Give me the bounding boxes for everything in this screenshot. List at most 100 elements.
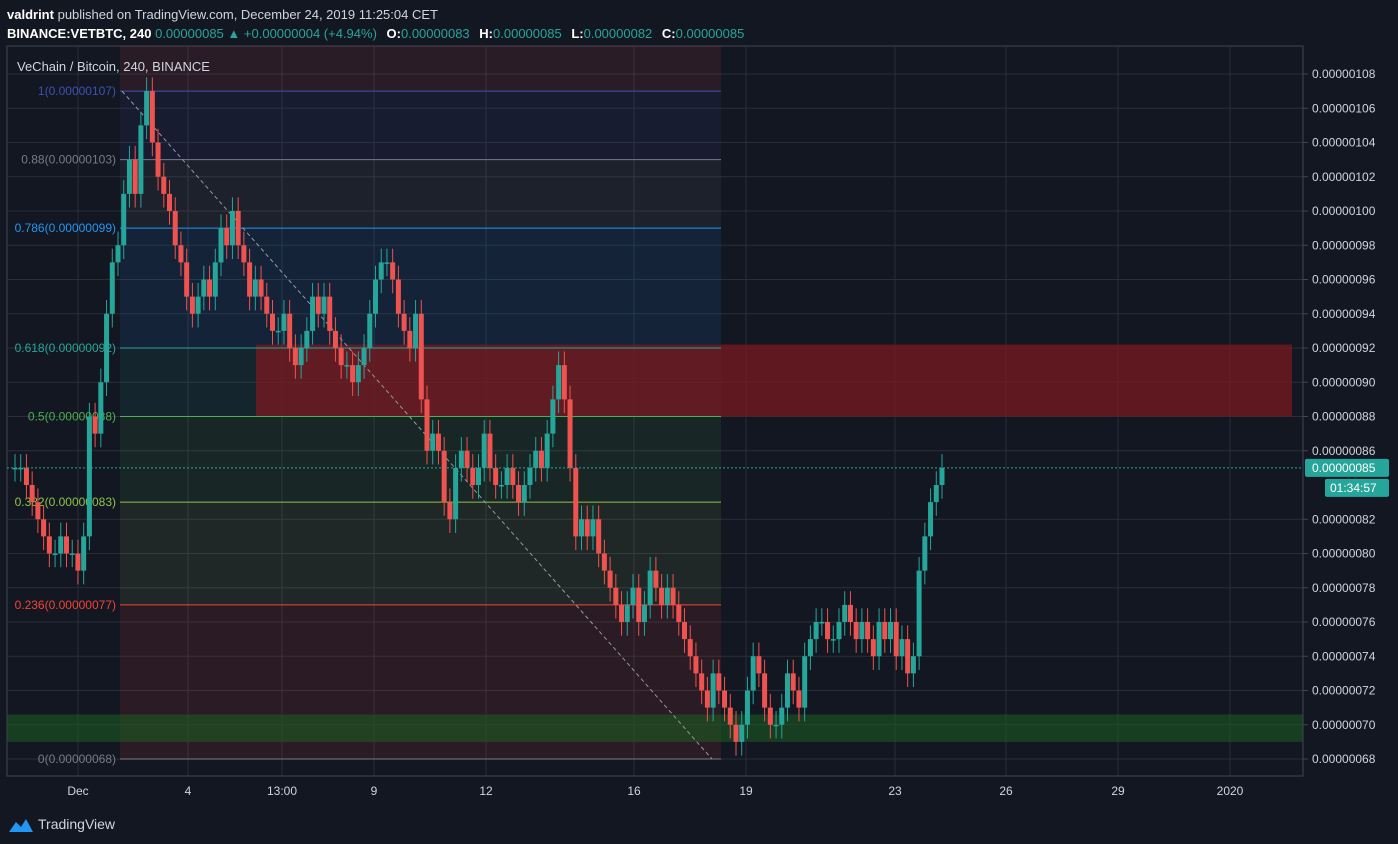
candle-body[interactable] [430, 433, 436, 451]
candle-body[interactable] [401, 313, 407, 331]
candle-body[interactable] [510, 467, 516, 485]
candle-body[interactable] [395, 279, 401, 314]
candle-body[interactable] [744, 690, 750, 725]
candle-body[interactable] [813, 622, 819, 640]
candle-body[interactable] [756, 656, 762, 674]
candle-body[interactable] [355, 365, 361, 383]
candle-body[interactable] [321, 296, 327, 314]
candle-body[interactable] [109, 262, 115, 314]
candle-body[interactable] [550, 399, 556, 434]
candle-body[interactable] [212, 262, 218, 297]
candle-body[interactable] [722, 690, 728, 708]
candle-body[interactable] [424, 399, 430, 451]
candle-body[interactable] [350, 365, 356, 383]
candle-body[interactable] [504, 467, 510, 485]
candle-body[interactable] [733, 724, 739, 742]
candle-body[interactable] [647, 570, 653, 605]
candle-body[interactable] [899, 639, 905, 657]
candle-body[interactable] [527, 467, 533, 485]
candle-body[interactable] [830, 639, 836, 641]
candle-body[interactable] [516, 485, 522, 503]
candle-body[interactable] [870, 639, 876, 657]
candle-body[interactable] [579, 519, 584, 537]
candle-body[interactable] [121, 193, 127, 246]
candle-body[interactable] [195, 296, 201, 314]
candle-body[interactable] [619, 604, 625, 622]
candle-body[interactable] [447, 502, 453, 520]
candle-body[interactable] [275, 330, 281, 333]
candle-body[interactable] [905, 639, 911, 674]
candle-body[interactable] [407, 330, 413, 348]
candle-body[interactable] [836, 622, 842, 640]
candle-body[interactable] [86, 416, 92, 537]
candle-body[interactable] [235, 211, 241, 246]
candle-body[interactable] [46, 536, 52, 554]
candle-body[interactable] [939, 467, 945, 485]
candle-body[interactable] [888, 622, 893, 640]
candle-body[interactable] [573, 467, 579, 537]
candle-body[interactable] [287, 313, 293, 348]
candle-body[interactable] [825, 622, 831, 640]
candle-body[interactable] [498, 485, 504, 487]
candle-body[interactable] [441, 450, 447, 503]
candle-body[interactable] [910, 656, 916, 674]
support-zone[interactable] [7, 714, 1303, 742]
candle-body[interactable] [779, 707, 785, 725]
candle-body[interactable] [561, 365, 567, 400]
candle-body[interactable] [138, 125, 144, 194]
candle-body[interactable] [344, 365, 350, 367]
candle-body[interactable] [332, 330, 338, 348]
candle-body[interactable] [35, 502, 41, 520]
candle-body[interactable] [23, 467, 29, 485]
time-axis[interactable] [7, 776, 1303, 804]
candle-body[interactable] [893, 622, 899, 657]
candle-body[interactable] [928, 502, 934, 537]
candle-body[interactable] [270, 313, 275, 331]
resistance-zone[interactable] [256, 344, 1292, 417]
candle-body[interactable] [693, 656, 699, 674]
candle-body[interactable] [727, 707, 733, 725]
candle-body[interactable] [682, 622, 687, 640]
candle-body[interactable] [298, 348, 304, 366]
candle-body[interactable] [476, 467, 481, 485]
candle-body[interactable] [601, 553, 607, 571]
candle-body[interactable] [853, 622, 859, 640]
candle-body[interactable] [292, 348, 298, 366]
candle-body[interactable] [710, 673, 716, 708]
candle-body[interactable] [470, 467, 476, 485]
candle-body[interactable] [98, 382, 104, 434]
candle-body[interactable] [304, 330, 310, 348]
candle-body[interactable] [207, 279, 213, 297]
candle-body[interactable] [842, 604, 848, 622]
candle-body[interactable] [762, 673, 768, 708]
candle-body[interactable] [58, 536, 64, 554]
candle-body[interactable] [315, 296, 321, 314]
candle-body[interactable] [556, 365, 562, 400]
candle-body[interactable] [218, 228, 224, 263]
candle-body[interactable] [676, 604, 682, 622]
candle-body[interactable] [653, 570, 659, 588]
candle-body[interactable] [92, 416, 98, 434]
candle-body[interactable] [264, 296, 270, 314]
candle-body[interactable] [716, 673, 722, 691]
candle-body[interactable] [922, 536, 928, 571]
candle-body[interactable] [584, 519, 590, 537]
candle-body[interactable] [384, 262, 390, 264]
candle-body[interactable] [750, 656, 756, 691]
candle-body[interactable] [390, 262, 396, 280]
candle-body[interactable] [533, 450, 539, 468]
candle-body[interactable] [281, 313, 287, 331]
candle-body[interactable] [229, 211, 235, 246]
candle-body[interactable] [739, 724, 745, 742]
candle-body[interactable] [373, 279, 378, 314]
candle-body[interactable] [64, 536, 69, 554]
candle-body[interactable] [699, 673, 705, 691]
candle-body[interactable] [636, 587, 642, 622]
candle-body[interactable] [247, 262, 253, 297]
candle-body[interactable] [178, 245, 184, 263]
candle-body[interactable] [847, 604, 853, 622]
candle-body[interactable] [155, 142, 161, 177]
candle-body[interactable] [224, 228, 230, 246]
candle-body[interactable] [544, 433, 550, 468]
candle-body[interactable] [630, 587, 636, 605]
